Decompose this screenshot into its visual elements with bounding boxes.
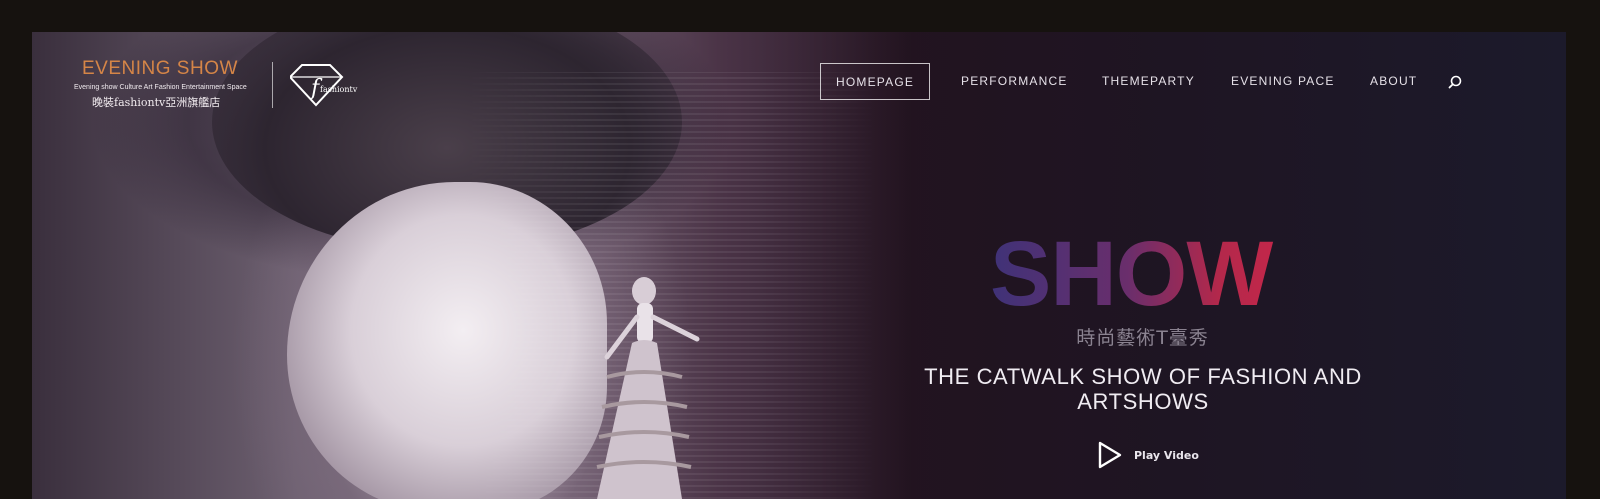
runway-model-figure bbox=[596, 277, 700, 499]
nav-item-evening-pace[interactable]: EVENING PACE bbox=[1231, 63, 1335, 99]
nav-item-about[interactable]: ABOUT bbox=[1370, 63, 1417, 99]
hero-title: SHOW bbox=[990, 222, 1295, 326]
fashiontv-logo[interactable]: f fashiontv bbox=[288, 63, 364, 107]
hero-headline: THE CATWALK SHOW OF FASHION AND ARTSHOWS bbox=[924, 364, 1362, 414]
logo-tagline: Evening show Culture Art Fashion Enterta… bbox=[74, 84, 247, 91]
hero-subtitle-chinese: 時尚藝術T臺秀 bbox=[1076, 327, 1209, 349]
nav-item-performance[interactable]: PERFORMANCE bbox=[961, 63, 1068, 99]
partner-logo-text: fashiontv bbox=[320, 85, 358, 94]
play-video-button[interactable]: Play Video bbox=[1097, 440, 1199, 470]
play-video-label: Play Video bbox=[1134, 448, 1199, 462]
search-icon[interactable] bbox=[1448, 75, 1462, 89]
logo-divider bbox=[272, 62, 273, 108]
nav-item-homepage[interactable]: HOMEPAGE bbox=[820, 63, 931, 100]
logo-chinese-text: 晚裝fashiontv亞洲旗艦店 bbox=[92, 96, 221, 109]
nav-item-themeparty[interactable]: THEMEPARTY bbox=[1102, 63, 1195, 99]
play-icon bbox=[1098, 441, 1122, 469]
logo-wordmark: EVENING SHOW bbox=[82, 58, 238, 79]
